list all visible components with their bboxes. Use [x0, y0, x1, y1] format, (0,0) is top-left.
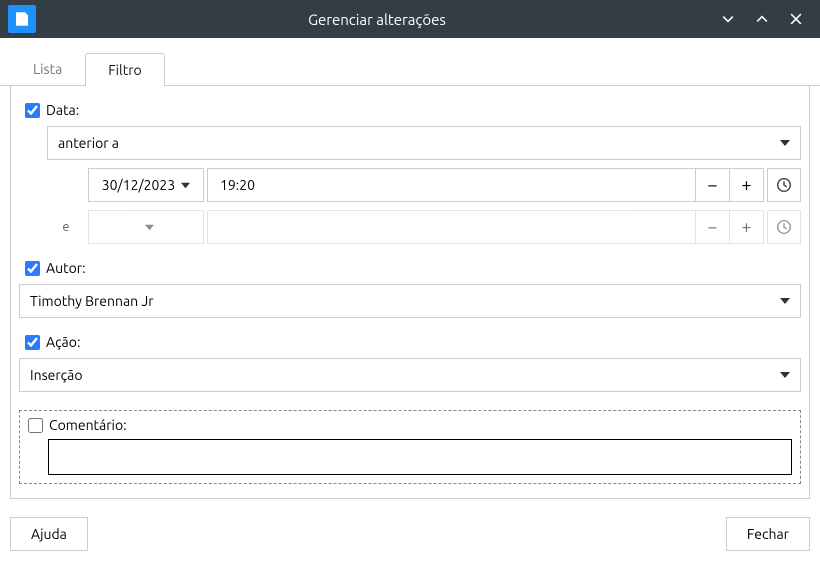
- author-select[interactable]: Timothy Brennan Jr: [19, 284, 801, 318]
- app-icon: [8, 5, 36, 33]
- and-label: e: [47, 220, 85, 234]
- close-button-label: Fechar: [747, 526, 789, 542]
- time1-decrement[interactable]: −: [695, 168, 729, 202]
- close-button[interactable]: Fechar: [726, 517, 810, 551]
- action-checkbox[interactable]: [25, 335, 40, 350]
- date-label: Data:: [46, 102, 79, 118]
- comment-label: Comentário:: [49, 417, 127, 433]
- comment-input[interactable]: [48, 439, 792, 475]
- time1-increment[interactable]: +: [729, 168, 763, 202]
- help-button-label: Ajuda: [31, 526, 67, 542]
- date-condition-value: anterior a: [58, 135, 119, 151]
- date1-value: 30/12/2023: [102, 177, 175, 193]
- tab-filter[interactable]: Filtro: [85, 53, 164, 86]
- close-window-button[interactable]: [786, 9, 806, 29]
- action-value: Inserção: [30, 367, 83, 383]
- author-label: Autor:: [46, 260, 86, 276]
- chevron-down-icon: [145, 219, 154, 235]
- chevron-down-icon: [780, 367, 790, 383]
- now-button-2: [767, 210, 801, 244]
- time2-input: − +: [207, 210, 764, 244]
- help-button[interactable]: Ajuda: [10, 517, 88, 551]
- window-title: Gerenciar alterações: [36, 11, 718, 28]
- author-value: Timothy Brennan Jr: [30, 293, 154, 309]
- time2-decrement: −: [695, 210, 729, 244]
- now-button-1[interactable]: [767, 168, 801, 202]
- date-condition-select[interactable]: anterior a: [47, 126, 801, 160]
- time1-input[interactable]: 19:20 − +: [207, 168, 764, 202]
- maximize-button[interactable]: [752, 9, 772, 29]
- date2-picker: [88, 210, 204, 244]
- chevron-down-icon: [780, 135, 790, 151]
- time1-value: 19:20: [208, 177, 695, 193]
- chevron-down-icon: [181, 177, 190, 193]
- author-checkbox[interactable]: [25, 261, 40, 276]
- chevron-down-icon: [780, 293, 790, 309]
- action-select[interactable]: Inserção: [19, 358, 801, 392]
- minimize-button[interactable]: [718, 9, 738, 29]
- tab-list[interactable]: Lista: [10, 52, 85, 85]
- time2-increment: +: [729, 210, 763, 244]
- date-checkbox[interactable]: [25, 103, 40, 118]
- date1-picker[interactable]: 30/12/2023: [88, 168, 204, 202]
- comment-checkbox[interactable]: [28, 418, 43, 433]
- action-label: Ação:: [46, 334, 80, 350]
